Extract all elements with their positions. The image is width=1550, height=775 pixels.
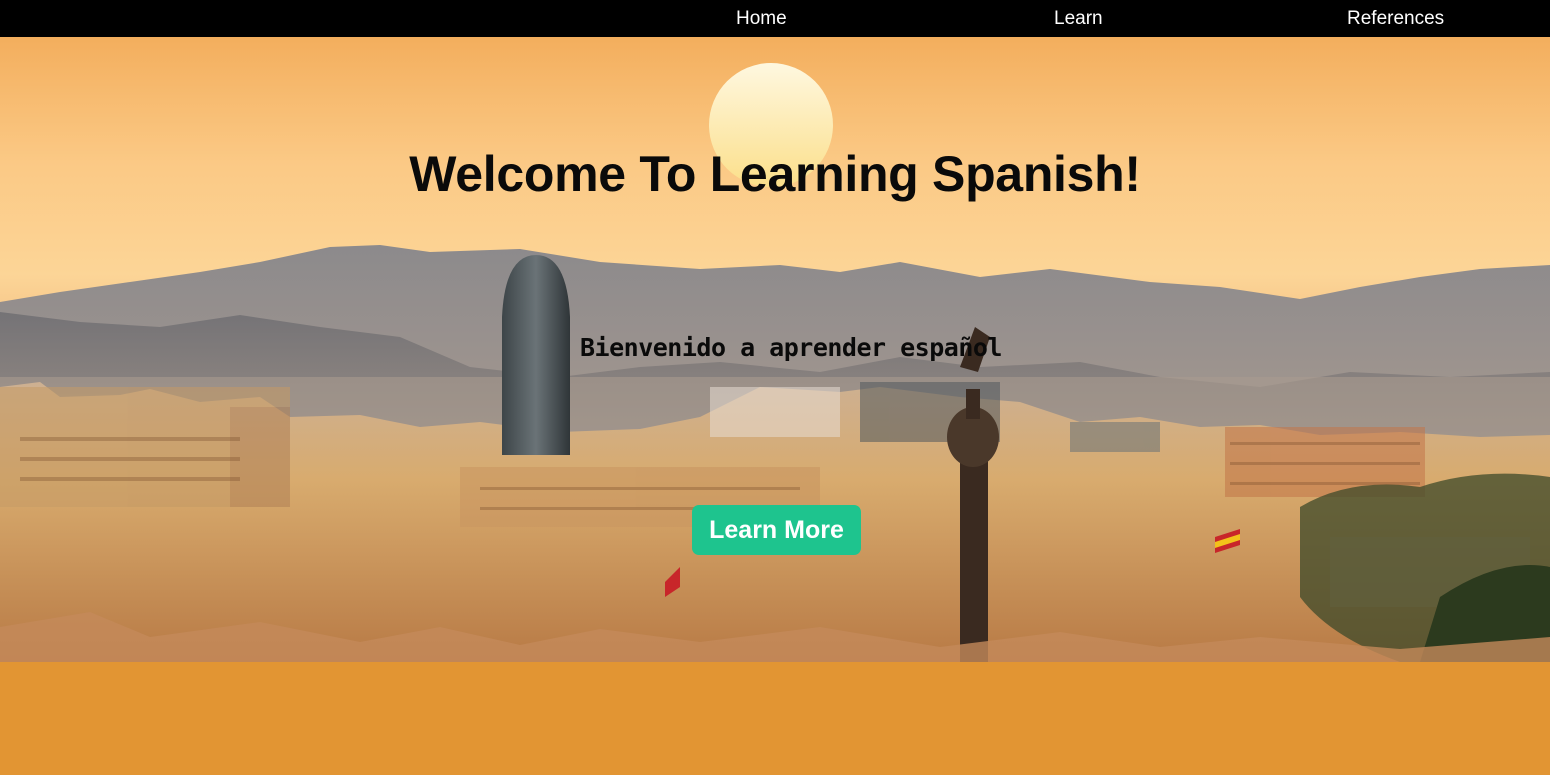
page-title: Welcome To Learning Spanish! — [409, 146, 1141, 202]
nav-learn-link[interactable]: Learn — [1054, 0, 1103, 37]
learn-more-button[interactable]: Learn More — [692, 505, 861, 555]
hero-section: Welcome To Learning Spanish! Bienvenido … — [0, 37, 1550, 662]
hero-subtitle: Bienvenido a aprender español — [580, 333, 1003, 362]
footer-band — [0, 662, 1550, 775]
nav-references-link[interactable]: References — [1347, 0, 1444, 37]
top-navigation: Home Learn References — [0, 0, 1550, 37]
nav-home-link[interactable]: Home — [736, 0, 787, 37]
